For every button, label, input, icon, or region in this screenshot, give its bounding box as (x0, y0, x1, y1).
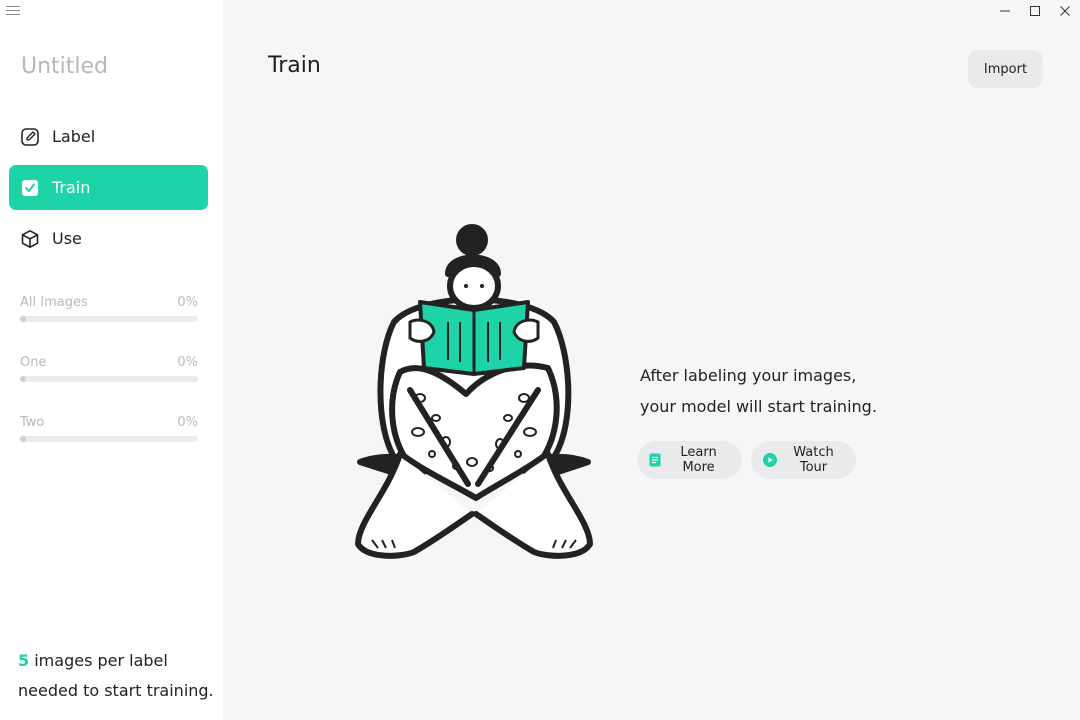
reading-person-illustration (355, 224, 593, 559)
progress-fill (20, 376, 26, 382)
maximize-icon[interactable] (1020, 0, 1050, 22)
sidebar-item-label[interactable]: Label (9, 114, 208, 159)
play-icon (763, 453, 777, 467)
pencil-icon (19, 126, 41, 148)
progress-label: All Images (20, 295, 88, 310)
checkbox-icon (19, 177, 41, 199)
sidebar-item-label-text: Label (52, 127, 96, 146)
progress-fill (20, 436, 26, 442)
progress-percent: 0% (177, 415, 198, 430)
empty-state-line2: your model will start training. (640, 397, 877, 416)
cube-icon (19, 228, 41, 250)
empty-state-message: After labeling your images, your model w… (640, 360, 900, 422)
project-title[interactable]: Untitled (21, 54, 108, 79)
progress-fill (20, 316, 26, 322)
progress-label: One (20, 355, 47, 370)
page-title: Train (268, 53, 321, 78)
document-icon (649, 453, 661, 467)
progress-two: Two 0% (20, 415, 198, 442)
watch-tour-button[interactable]: Watch Tour (751, 441, 856, 479)
requirement-text-line2: needed to start training. (18, 681, 214, 700)
import-button[interactable]: Import (968, 50, 1043, 88)
close-icon[interactable] (1050, 0, 1080, 22)
progress-one: One 0% (20, 355, 198, 382)
progress-label: Two (20, 415, 45, 430)
required-count: 5 (18, 651, 30, 670)
learn-more-label: Learn More (680, 445, 717, 475)
progress-track (20, 376, 198, 382)
requirement-text: images per label (29, 651, 168, 670)
empty-state-line1: After labeling your images, (640, 366, 857, 385)
progress-percent: 0% (177, 355, 198, 370)
sidebar-item-train[interactable]: Train (9, 165, 208, 210)
progress-track (20, 436, 198, 442)
sidebar-item-use[interactable]: Use (9, 216, 208, 261)
sidebar-item-train-text: Train (52, 178, 91, 197)
sidebar-item-use-text: Use (52, 229, 82, 248)
training-requirement-note: 5 images per label needed to start train… (18, 646, 218, 706)
learn-more-button[interactable]: Learn More (637, 441, 742, 479)
menu-icon[interactable] (6, 4, 20, 18)
watch-tour-label: Watch Tour (793, 445, 834, 475)
progress-percent: 0% (177, 295, 198, 310)
progress-track (20, 316, 198, 322)
window-controls (990, 0, 1080, 22)
progress-all-images: All Images 0% (20, 295, 198, 322)
sidebar: Untitled Label Train Use All Images 0% O… (0, 0, 223, 720)
minimize-icon[interactable] (990, 0, 1020, 22)
